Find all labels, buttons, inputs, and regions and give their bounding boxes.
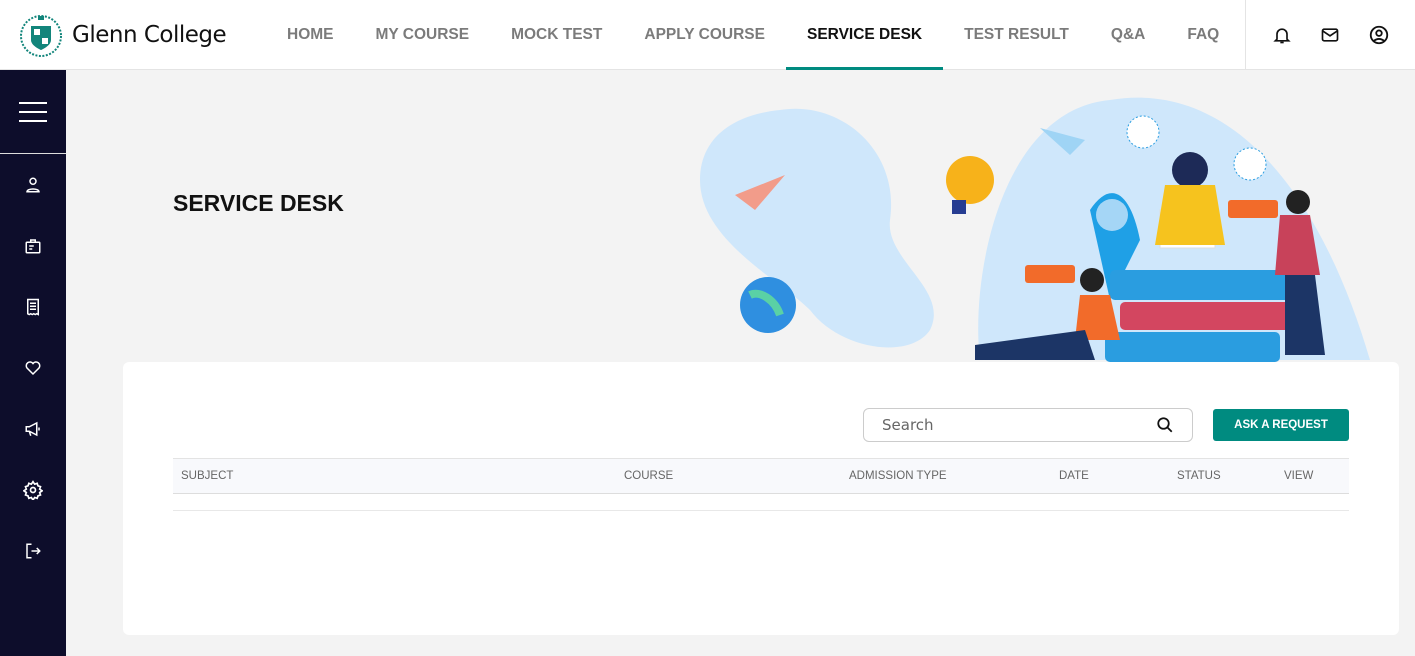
- logo[interactable]: Glenn College: [18, 12, 266, 58]
- sidebar-item-logout[interactable]: [0, 520, 66, 581]
- main-nav: HOME MY COURSE MOCK TEST APPLY COURSE SE…: [266, 0, 1240, 70]
- column-admission-type[interactable]: ADMISSION TYPE: [849, 470, 947, 482]
- nav-faq[interactable]: FAQ: [1166, 0, 1240, 70]
- sidebar-item-courses[interactable]: [0, 215, 66, 276]
- heart-icon: [25, 360, 41, 375]
- column-date[interactable]: DATE: [1059, 470, 1089, 482]
- nav-qa[interactable]: Q&A: [1090, 0, 1166, 70]
- receipt-icon: [27, 298, 39, 316]
- nav-home[interactable]: HOME: [266, 0, 355, 70]
- search-box: [863, 408, 1193, 442]
- briefcase-icon: [25, 238, 41, 253]
- hamburger-menu-button[interactable]: [0, 70, 66, 154]
- column-subject[interactable]: SUBJECT: [181, 470, 233, 482]
- bell-icon[interactable]: [1272, 25, 1292, 45]
- megaphone-icon: [25, 421, 40, 436]
- ask-request-button[interactable]: ASK A REQUEST: [1213, 409, 1349, 441]
- college-crest-icon: [20, 14, 62, 57]
- logout-icon: [26, 543, 41, 558]
- search-icon[interactable]: [1156, 416, 1174, 434]
- sidebar-item-favorites[interactable]: [0, 337, 66, 398]
- sidebar-item-receipts[interactable]: [0, 276, 66, 337]
- table-header: SUBJECT COURSE ADMISSION TYPE DATE STATU…: [173, 458, 1349, 494]
- nav-mock-test[interactable]: MOCK TEST: [490, 0, 623, 70]
- user-circle-icon[interactable]: [1368, 24, 1390, 46]
- hamburger-icon: [19, 101, 47, 122]
- page-title: SERVICE DESK: [173, 190, 344, 216]
- column-status[interactable]: STATUS: [1177, 470, 1221, 482]
- sidebar: [0, 70, 66, 656]
- search-input[interactable]: [882, 416, 1142, 434]
- top-bar: Glenn College HOME MY COURSE MOCK TEST A…: [0, 0, 1415, 70]
- nav-apply-course[interactable]: APPLY COURSE: [623, 0, 786, 70]
- header-actions: [1245, 0, 1415, 70]
- nav-test-result[interactable]: TEST RESULT: [943, 0, 1090, 70]
- nav-my-course[interactable]: MY COURSE: [355, 0, 491, 70]
- mail-icon[interactable]: [1319, 25, 1341, 45]
- service-desk-card: ASK A REQUEST SUBJECT COURSE ADMISSION T…: [123, 362, 1399, 635]
- table-divider: [173, 510, 1349, 511]
- brand-name: Glenn College: [72, 21, 227, 48]
- column-course[interactable]: COURSE: [624, 470, 673, 482]
- gear-icon: [23, 479, 43, 500]
- sidebar-item-settings[interactable]: [0, 459, 66, 520]
- user-icon: [26, 177, 40, 192]
- sidebar-item-profile[interactable]: [0, 154, 66, 215]
- column-view[interactable]: VIEW: [1284, 470, 1313, 482]
- nav-service-desk[interactable]: SERVICE DESK: [785, 0, 944, 70]
- sidebar-item-announcements[interactable]: [0, 398, 66, 459]
- service-desk-illustration: [700, 97, 1370, 362]
